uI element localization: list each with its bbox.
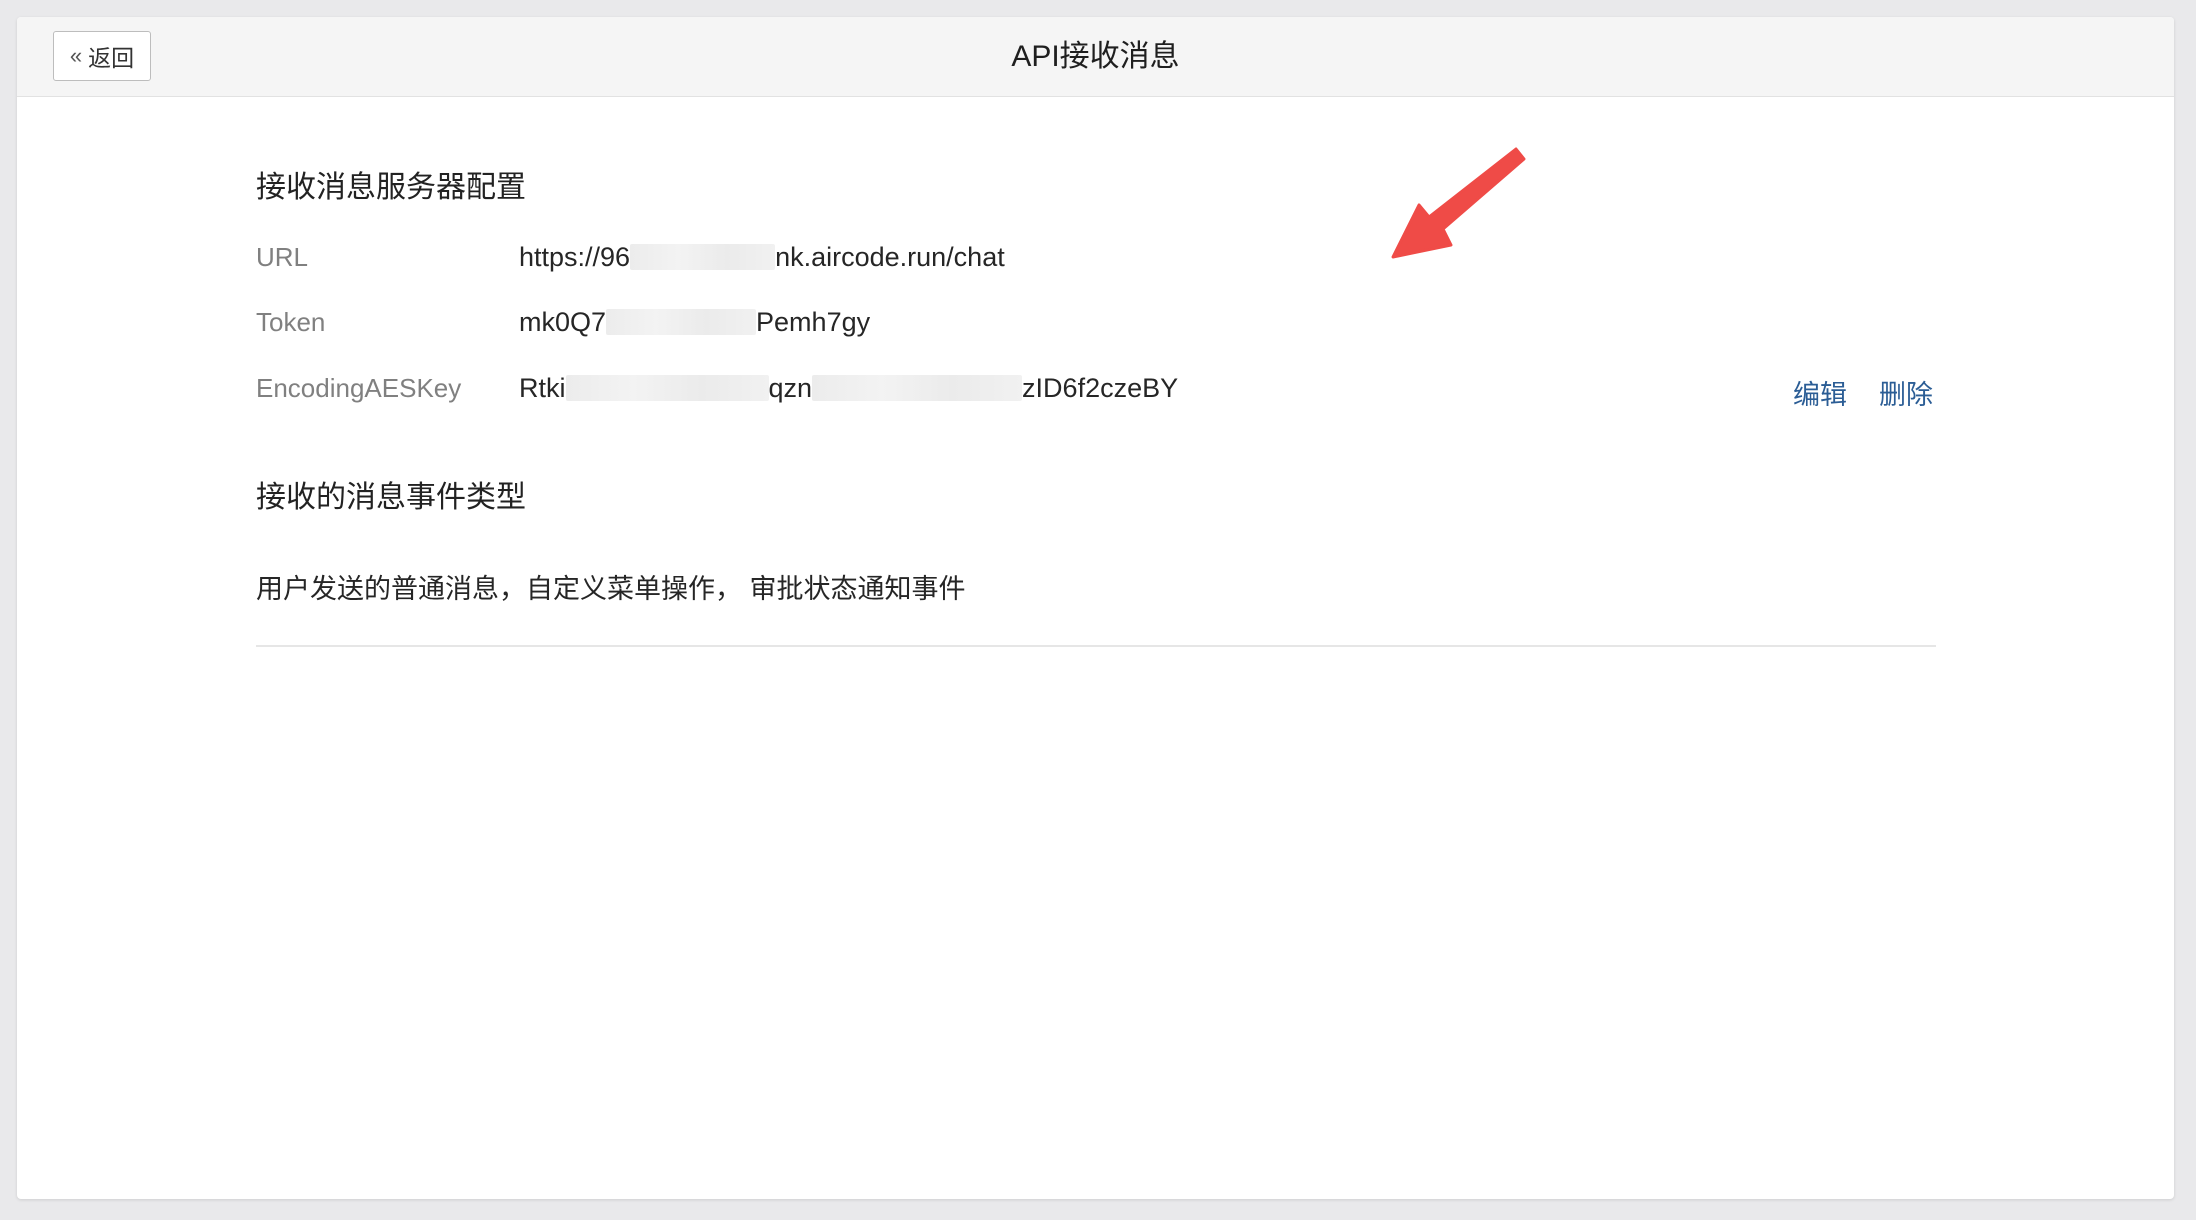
delete-link[interactable]: 删除 (1879, 373, 1933, 412)
aes-key-label: EncodingAESKey (256, 373, 462, 403)
event-types-description: 用户发送的普通消息，自定义菜单操作， 审批状态通知事件 (256, 574, 966, 604)
server-config-title: 接收消息服务器配置 (256, 171, 526, 204)
redacted-segment (606, 309, 757, 335)
redacted-segment (630, 244, 776, 270)
page-title: API接收消息 (1011, 40, 1180, 73)
url-value: https://96 nk.aircode.run/chat (519, 242, 1005, 272)
redacted-segment (812, 375, 1023, 401)
red-arrow-icon (1391, 147, 1526, 259)
redacted-segment (565, 375, 769, 401)
main-panel: « 返回 API接收消息 接收消息服务器配置 URL https://96 nk.… (17, 17, 2174, 1199)
edit-link[interactable]: 编辑 (1793, 373, 1847, 412)
divider (256, 645, 1936, 647)
event-types-title: 接收的消息事件类型 (256, 481, 526, 514)
token-label: Token (256, 307, 326, 337)
top-bar: « 返回 API接收消息 (17, 17, 2174, 97)
aes-key-value: Rtki qzn zID6f2czeBY (519, 373, 1179, 403)
url-label: URL (256, 242, 309, 272)
token-value: mk0Q7 Pemh7gy (519, 307, 871, 337)
